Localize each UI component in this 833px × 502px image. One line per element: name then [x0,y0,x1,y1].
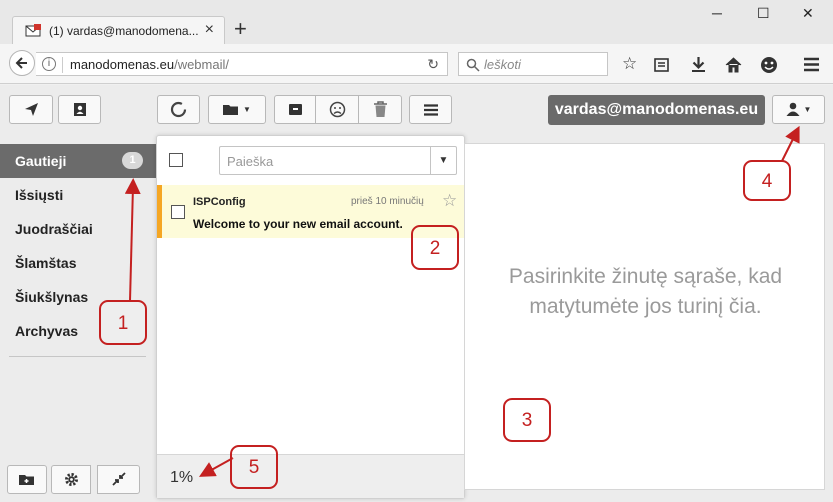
back-button[interactable] [9,50,35,76]
unread-count-badge: 1 [122,152,143,169]
home-icon[interactable] [725,56,742,73]
folder-label: Juodraščiai [15,221,93,237]
message-sender: ISPConfig [193,196,246,208]
new-folder-icon [19,475,34,485]
download-icon[interactable] [690,56,707,73]
folder-sent[interactable]: Išsiųsti [0,178,156,212]
collapse-button[interactable] [97,465,140,494]
folder-label: Išsiųsti [15,187,64,203]
contacts-icon [74,103,86,116]
trash-icon [373,101,387,117]
search-options-chevron-icon[interactable]: ▼ [430,147,456,174]
url-domain: manodomenas.eu [70,57,175,72]
folder-spam[interactable]: Šlamštas [0,246,156,280]
message-date: prieš 10 minučių [351,196,424,207]
smiley-icon[interactable] [760,56,778,74]
folder-label: Šlamštas [15,255,77,271]
webmail-app: ▼ vardas@manodomenas.eu ▼ Gautieji 1 Išs… [0,85,833,502]
archive-icon [288,104,302,115]
compose-button[interactable] [9,95,53,124]
browser-search-box[interactable]: leškoti [458,52,608,76]
settings-button[interactable] [51,465,91,494]
folder-label: Šiukšlynas [15,289,89,305]
annotation-marker-5: 5 [230,445,278,489]
refresh-button[interactable] [157,95,200,124]
refresh-icon [170,101,187,118]
archive-button[interactable] [274,95,316,124]
spam-button[interactable] [315,95,359,124]
folder-divider [9,356,146,357]
message-checkbox[interactable] [171,205,185,219]
message-subject: Welcome to your new email account. [193,217,403,231]
spam-icon [329,101,345,118]
browser-tab[interactable]: (1) vardas@manodomena... × [12,16,225,45]
url-path: /webmail/ [174,57,229,72]
browser-nav-bar: i manodomenas.eu/webmail/ ↻ leškoti ☆ [0,44,833,84]
browser-search-placeholder: leškoti [484,57,521,72]
new-tab-button[interactable]: + [234,17,247,41]
message-search-placeholder: Paieška [227,154,274,169]
quota-footer: 1% [157,454,464,498]
folder-drafts[interactable]: Juodraščiai [0,212,156,246]
close-window-button[interactable]: ✕ [802,5,814,22]
delete-button[interactable] [358,95,402,124]
maximize-button[interactable]: ☐ [757,5,770,22]
mail-favicon-icon [25,24,41,37]
tab-title: (1) vardas@manodomena... [49,24,199,38]
search-icon [466,58,480,72]
folder-label: Archyvas [15,323,79,339]
folder-label: Gautieji [15,153,67,169]
url-bar[interactable]: i manodomenas.eu/webmail/ ↻ [36,52,448,76]
select-all-checkbox[interactable] [169,153,183,167]
user-menu-button[interactable]: ▼ [772,95,825,124]
reload-icon[interactable]: ↻ [427,56,439,73]
reading-list-icon[interactable] [653,56,670,73]
tab-close-icon[interactable]: × [205,21,214,39]
annotation-marker-2: 2 [411,225,459,270]
preview-hint-text: Pasirinkite žinutę sąraše, kad matytumėt… [508,265,783,318]
settings-icon [64,473,78,486]
collapse-icon [111,472,126,486]
star-icon[interactable]: ☆ [442,191,457,211]
contacts-button[interactable] [58,95,101,124]
annotation-marker-1: 1 [99,300,147,345]
annotation-marker-3: 3 [503,398,551,442]
menu-icon [423,104,438,116]
user-icon [786,102,800,116]
back-arrow-icon [15,57,27,69]
url-separator [62,57,63,73]
info-icon[interactable]: i [42,57,56,71]
bookmark-star-icon[interactable]: ☆ [622,54,637,74]
more-menu-button[interactable] [409,95,452,124]
browser-tab-bar: (1) vardas@manodomena... × + ─ ☐ ✕ [0,0,833,45]
hamburger-menu-icon[interactable] [803,57,820,72]
url-text: manodomenas.eu/webmail/ [70,57,229,72]
message-list-panel: Paieška ▼ ISPConfig prieš 10 minučių Wel… [156,135,465,499]
annotation-marker-4: 4 [743,160,791,201]
move-folder-dropdown[interactable]: ▼ [208,95,266,124]
folder-icon [223,105,239,115]
new-folder-button[interactable] [7,465,47,494]
user-email-label: vardas@manodomenas.eu [548,95,765,125]
send-icon [24,103,38,116]
quota-percentage: 1% [170,469,194,486]
message-search-input[interactable]: Paieška ▼ [219,146,457,175]
chevron-down-icon: ▼ [803,105,812,114]
folder-inbox[interactable]: Gautieji 1 [0,144,156,178]
chevron-down-icon: ▼ [242,105,251,114]
minimize-button[interactable]: ─ [712,5,722,21]
